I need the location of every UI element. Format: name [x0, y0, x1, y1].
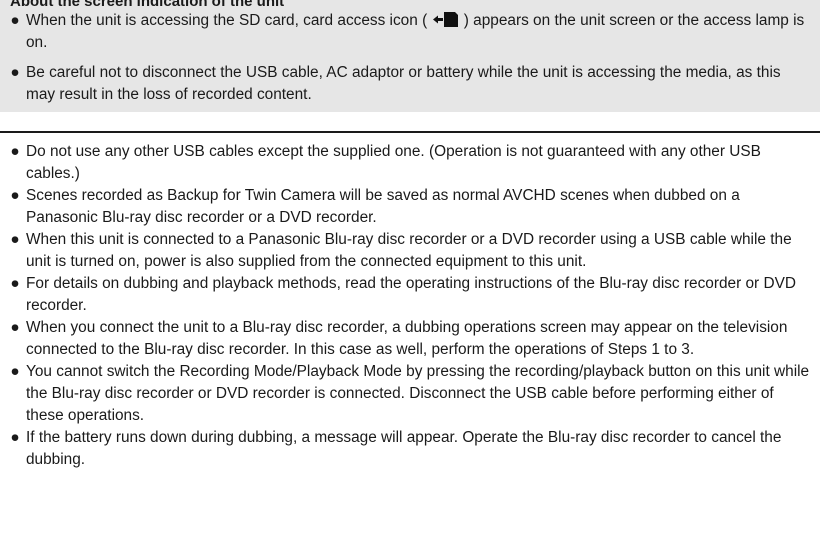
note-box: About the screen indication of the unit … [0, 0, 820, 112]
list-item: ● When you connect the unit to a Blu-ray … [0, 317, 820, 361]
list-item: ● If the battery runs down during dubbing… [0, 427, 820, 471]
list-item: ● Do not use any other USB cables except … [0, 141, 820, 185]
list-item: ● Scenes recorded as Backup for Twin Came… [0, 185, 820, 229]
bullet: ● [10, 275, 20, 292]
note-box-item-text: Be careful not to disconnect the USB cab… [26, 64, 781, 103]
note-box-item: ● When the unit is accessing the SD card… [0, 10, 820, 54]
note-box-item: ● Be careful not to disconnect the USB c… [0, 62, 820, 106]
list-item: ● For details on dubbing and playback met… [0, 273, 820, 317]
list-item-text: When you connect the unit to a Blu-ray d… [26, 319, 788, 358]
list-item-text: When this unit is connected to a Panason… [26, 231, 792, 270]
notes-list: ● Do not use any other USB cables except … [0, 141, 820, 471]
list-item-text: Scenes recorded as Backup for Twin Camer… [26, 187, 740, 226]
list-item-text: You cannot switch the Recording Mode/Pla… [26, 363, 810, 424]
list-item: ● When this unit is connected to a Panaso… [0, 229, 820, 273]
bullet: ● [10, 187, 20, 204]
list-item-text: If the battery runs down during dubbing,… [26, 429, 782, 468]
section-divider [0, 131, 820, 133]
list-item-text: For details on dubbing and playback meth… [26, 275, 796, 314]
list-item: ● You cannot switch the Recording Mode/Pl… [0, 361, 820, 427]
bullet: ● [10, 429, 20, 446]
card-access-icon [433, 12, 459, 27]
bullet: ● [10, 231, 20, 248]
list-item-text: Do not use any other USB cables except t… [26, 143, 761, 182]
note-box-list: ● When the unit is accessing the SD card… [0, 10, 820, 106]
bullet: ● [10, 363, 20, 380]
bullet: ● [10, 12, 20, 29]
bullet: ● [10, 319, 20, 336]
bullet: ● [10, 143, 20, 160]
bullet: ● [10, 64, 20, 81]
note-box-item-text-before-icon: When the unit is accessing the SD card, … [26, 12, 432, 29]
